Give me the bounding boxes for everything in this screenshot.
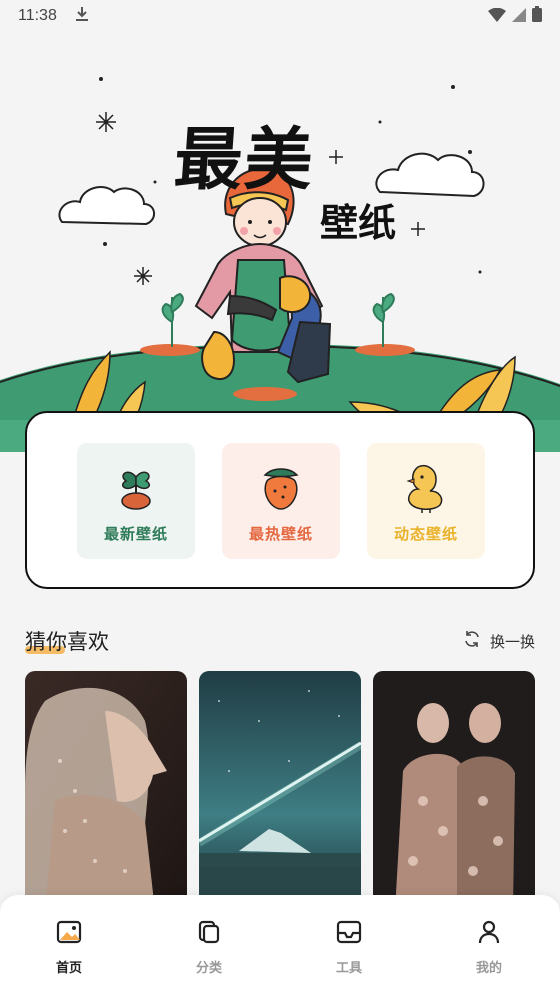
recommend-header: 猜你喜欢 换一换 [25, 624, 535, 658]
refresh-button[interactable]: 换一换 [462, 629, 535, 653]
status-time: 11:38 [18, 7, 57, 24]
veiled-woman-photo [25, 671, 187, 911]
battery-icon [532, 6, 542, 26]
section-title: 猜你喜欢 [25, 630, 109, 654]
nav-label: 工具 [335, 961, 362, 976]
signal-icon [512, 7, 526, 26]
category-hot-wallpaper[interactable]: 最热壁纸 [222, 443, 340, 559]
hero-illustration [0, 32, 560, 452]
fruit-icon [255, 461, 307, 513]
category-live-wallpaper[interactable]: 动态壁纸 [367, 443, 485, 559]
two-models-floral-dress-photo [373, 671, 535, 911]
status-bar: 11:38 [0, 0, 560, 32]
nav-tools[interactable]: 工具 [309, 919, 389, 976]
clover-pot-icon [110, 461, 162, 513]
starry-mountain-lake-photo [199, 671, 361, 911]
download-icon [75, 6, 89, 26]
wifi-icon [488, 7, 506, 26]
refresh-icon [462, 629, 482, 653]
hero-title: 最美 [171, 121, 318, 200]
nav-home[interactable]: 首页 [29, 919, 109, 976]
category-icon [196, 919, 222, 949]
nav-label: 我的 [475, 961, 502, 976]
category-card: 最新壁纸 最热壁纸 动态壁纸 [25, 411, 535, 589]
category-latest-wallpaper[interactable]: 最新壁纸 [77, 443, 195, 559]
nav-label: 分类 [195, 961, 222, 976]
wallpaper-thumbnail-veiled-woman[interactable] [25, 671, 187, 911]
wallpaper-thumbnail-starry-mountain[interactable] [199, 671, 361, 911]
hero-subtitle: 壁纸 [320, 201, 397, 245]
category-label: 最热壁纸 [248, 525, 313, 543]
inbox-icon [336, 919, 362, 949]
nav-category[interactable]: 分类 [169, 919, 249, 976]
bottom-navigation: 首页 分类 工具 我的 [0, 895, 560, 995]
hero-banner: 最美 壁纸 [0, 32, 560, 452]
category-label: 最新壁纸 [103, 525, 168, 543]
image-icon [56, 919, 82, 949]
nav-profile[interactable]: 我的 [449, 919, 529, 976]
nav-label: 首页 [55, 961, 82, 976]
user-icon [476, 919, 502, 949]
wallpaper-thumbnail-two-models[interactable] [373, 671, 535, 911]
refresh-label: 换一换 [489, 632, 535, 651]
chick-icon [400, 461, 452, 513]
category-label: 动态壁纸 [393, 525, 458, 543]
